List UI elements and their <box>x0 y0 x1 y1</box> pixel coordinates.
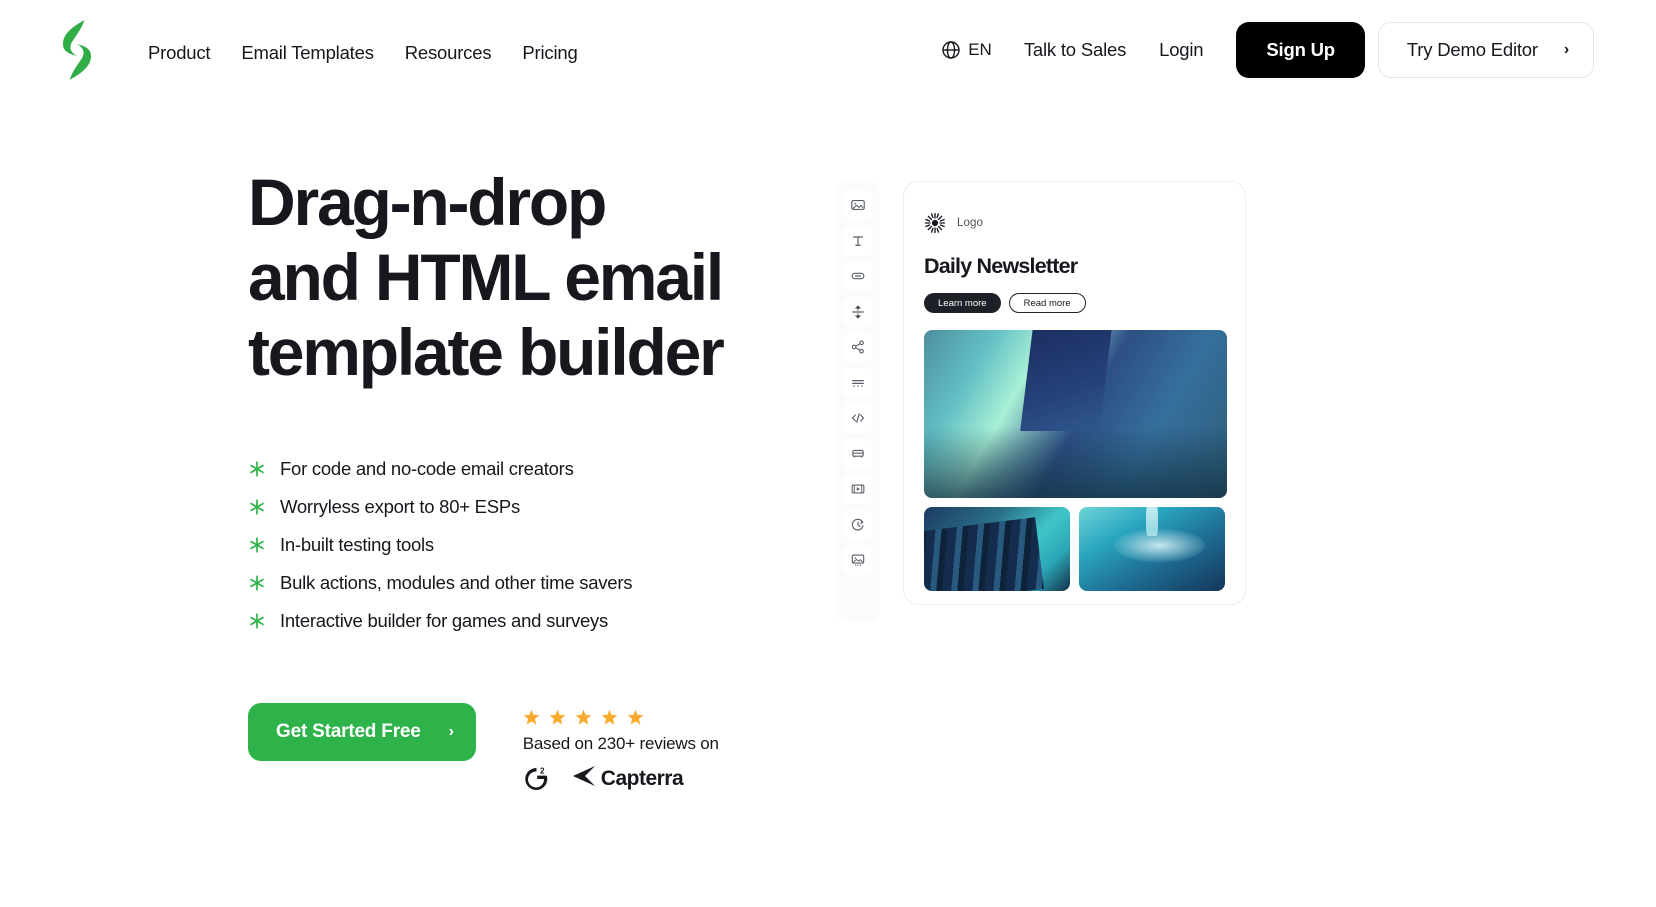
timer-icon <box>850 517 866 533</box>
try-demo-label: Try Demo Editor <box>1406 39 1538 60</box>
list-item: Bulk actions, modules and other time sav… <box>248 569 808 597</box>
share-icon <box>850 339 866 355</box>
thumbnail-row <box>924 507 1225 591</box>
stripo-logo[interactable] <box>58 18 96 82</box>
divider-tool[interactable] <box>843 367 873 398</box>
spacer-icon <box>850 304 866 320</box>
nav-item-email-templates[interactable]: Email Templates <box>241 36 374 70</box>
timer-tool[interactable] <box>843 509 873 540</box>
get-started-label: Get Started Free <box>276 720 421 742</box>
globe-icon <box>941 40 961 60</box>
feature-label: Interactive builder for games and survey… <box>280 609 609 631</box>
asterisk-icon <box>248 536 266 554</box>
feature-label: Bulk actions, modules and other time sav… <box>280 571 633 593</box>
reviews-count-text: Based on 230+ reviews on <box>522 733 719 753</box>
language-label: EN <box>968 40 992 59</box>
asterisk-icon <box>248 612 266 630</box>
feature-list: For code and no-code email creators Worr… <box>248 455 808 635</box>
list-item: For code and no-code email creators <box>248 455 808 483</box>
svg-text:2: 2 <box>540 766 545 775</box>
button-icon <box>850 268 866 284</box>
nav-item-resources[interactable]: Resources <box>405 36 492 70</box>
site-header: Product Email Templates Resources Pricin… <box>0 0 1656 100</box>
header-actions: EN Talk to Sales Login Sign Up Try Demo … <box>941 22 1594 78</box>
list-item: Worryless export to 80+ ESPs <box>248 493 808 521</box>
banner-icon <box>850 446 866 462</box>
review-badges: 2 Capterra <box>523 765 719 793</box>
learn-more-button[interactable]: Learn more <box>924 293 1001 313</box>
code-icon <box>850 410 866 426</box>
get-started-free-button[interactable]: Get Started Free › <box>248 702 476 761</box>
image-icon <box>850 197 866 213</box>
video-tool[interactable] <box>843 474 873 504</box>
feature-label: Worryless export to 80+ ESPs <box>280 495 520 517</box>
star-icon <box>523 709 540 726</box>
nav-item-pricing[interactable]: Pricing <box>522 36 577 70</box>
video-icon <box>850 481 866 497</box>
page-title: Drag-n-drop and HTML email template buil… <box>248 165 808 391</box>
login-link[interactable]: Login <box>1159 33 1203 67</box>
carousel-tool[interactable] <box>843 545 873 575</box>
headline-line-2: and HTML email <box>248 240 724 315</box>
capterra-badge[interactable]: Capterra <box>572 765 684 792</box>
asterisk-icon <box>248 498 266 516</box>
star-icon <box>575 709 592 726</box>
cta-row: Get Started Free › Based on 230+ reviews… <box>248 702 808 793</box>
thumb-stairs[interactable] <box>924 507 1070 591</box>
editor-toolbar <box>836 180 880 622</box>
chevron-right-icon: › <box>1563 41 1569 58</box>
spacer-tool[interactable] <box>843 296 873 327</box>
social-tool[interactable] <box>843 332 873 362</box>
star-rating <box>523 709 719 726</box>
email-preview-card[interactable]: Logo Daily Newsletter Learn more Read mo… <box>903 181 1246 605</box>
hero-image[interactable] <box>924 330 1227 498</box>
text-tool[interactable] <box>843 225 873 256</box>
feature-label: In-built testing tools <box>280 533 434 555</box>
hero-content: Drag-n-drop and HTML email template buil… <box>248 165 808 793</box>
email-title: Daily Newsletter <box>924 254 1078 278</box>
star-icon <box>549 709 566 726</box>
email-logo-row: Logo <box>924 212 1225 234</box>
capterra-label: Capterra <box>600 766 684 790</box>
asterisk-icon <box>248 460 266 478</box>
text-icon <box>850 233 866 249</box>
star-icon <box>601 709 618 726</box>
list-item: Interactive builder for games and survey… <box>248 607 808 635</box>
divider-icon <box>850 375 866 391</box>
g2-icon[interactable]: 2 <box>523 765 549 793</box>
thumb-water[interactable] <box>1079 507 1225 591</box>
sun-burst-icon <box>924 212 946 234</box>
nav-item-product[interactable]: Product <box>148 36 211 70</box>
language-selector[interactable]: EN <box>941 40 992 60</box>
feature-label: For code and no-code email creators <box>280 457 574 479</box>
sign-up-button[interactable]: Sign Up <box>1236 22 1365 78</box>
capterra-arrow-icon <box>572 765 596 792</box>
main-navigation: Product Email Templates Resources Pricin… <box>148 36 578 70</box>
headline-line-1: Drag-n-drop <box>248 165 607 239</box>
chevron-right-icon: › <box>448 722 454 740</box>
try-demo-editor-button[interactable]: Try Demo Editor › <box>1377 22 1594 78</box>
html-tool[interactable] <box>843 403 873 433</box>
email-logo-label: Logo <box>957 217 983 229</box>
talk-to-sales-link[interactable]: Talk to Sales <box>1024 33 1126 67</box>
reviews-block: Based on 230+ reviews on 2 Capterra <box>523 703 719 793</box>
image-tool[interactable] <box>843 190 873 220</box>
asterisk-icon <box>248 574 266 592</box>
banner-tool[interactable] <box>843 438 873 469</box>
carousel-icon <box>850 552 866 568</box>
star-icon <box>627 709 644 726</box>
button-tool[interactable] <box>843 261 873 291</box>
headline-line-3: template builder <box>248 315 725 390</box>
read-more-button[interactable]: Read more <box>1008 293 1086 313</box>
email-button-group: Learn more Read more <box>924 293 1225 313</box>
list-item: In-built testing tools <box>248 531 808 559</box>
